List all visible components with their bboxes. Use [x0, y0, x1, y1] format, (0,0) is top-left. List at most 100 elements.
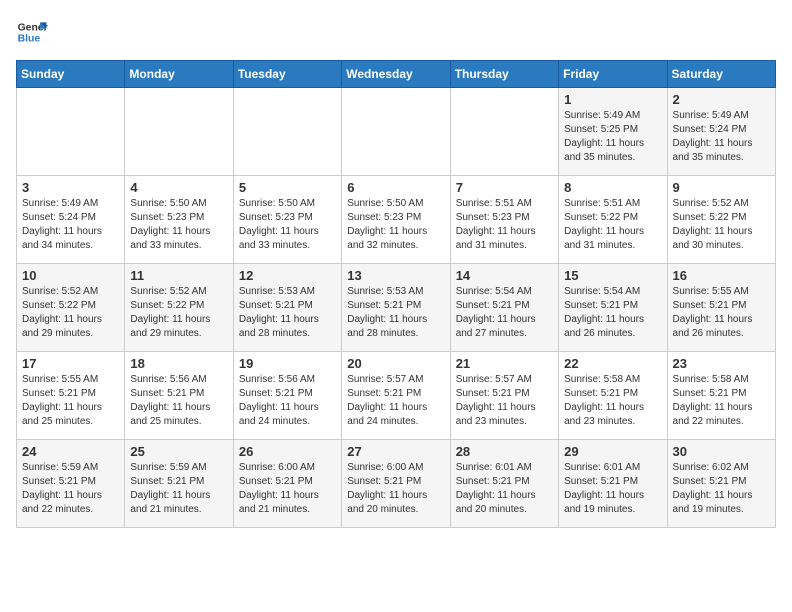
- calendar-cell: 20 Sunrise: 5:57 AM Sunset: 5:21 PM Dayli…: [342, 352, 450, 440]
- calendar-cell: 11 Sunrise: 5:52 AM Sunset: 5:22 PM Dayli…: [125, 264, 233, 352]
- day-number: 12: [239, 268, 336, 283]
- day-number: 21: [456, 356, 553, 371]
- day-info: Sunrise: 5:52 AM Sunset: 5:22 PM Dayligh…: [673, 197, 770, 253]
- calendar-cell: 28 Sunrise: 6:01 AM Sunset: 5:21 PM Dayli…: [450, 440, 558, 528]
- svg-text:Blue: Blue: [18, 34, 41, 45]
- calendar-cell: 25 Sunrise: 5:59 AM Sunset: 5:21 PM Dayli…: [125, 440, 233, 528]
- calendar-cell: [450, 88, 558, 176]
- day-info: Sunrise: 5:49 AM Sunset: 5:25 PM Dayligh…: [564, 109, 661, 165]
- day-number: 3: [22, 180, 119, 195]
- day-number: 11: [130, 268, 227, 283]
- day-info: Sunrise: 5:51 AM Sunset: 5:23 PM Dayligh…: [456, 197, 553, 253]
- day-info: Sunrise: 5:58 AM Sunset: 5:21 PM Dayligh…: [673, 373, 770, 429]
- day-number: 7: [456, 180, 553, 195]
- day-info: Sunrise: 5:57 AM Sunset: 5:21 PM Dayligh…: [347, 373, 444, 429]
- calendar-week-row: 24 Sunrise: 5:59 AM Sunset: 5:21 PM Dayli…: [17, 440, 776, 528]
- day-info: Sunrise: 5:49 AM Sunset: 5:24 PM Dayligh…: [22, 197, 119, 253]
- calendar-cell: 4 Sunrise: 5:50 AM Sunset: 5:23 PM Daylig…: [125, 176, 233, 264]
- calendar-cell: 7 Sunrise: 5:51 AM Sunset: 5:23 PM Daylig…: [450, 176, 558, 264]
- day-info: Sunrise: 5:49 AM Sunset: 5:24 PM Dayligh…: [673, 109, 770, 165]
- day-info: Sunrise: 6:01 AM Sunset: 5:21 PM Dayligh…: [456, 461, 553, 517]
- calendar-cell: [342, 88, 450, 176]
- day-info: Sunrise: 5:59 AM Sunset: 5:21 PM Dayligh…: [130, 461, 227, 517]
- day-number: 4: [130, 180, 227, 195]
- day-info: Sunrise: 5:50 AM Sunset: 5:23 PM Dayligh…: [130, 197, 227, 253]
- day-number: 16: [673, 268, 770, 283]
- calendar-week-row: 3 Sunrise: 5:49 AM Sunset: 5:24 PM Daylig…: [17, 176, 776, 264]
- calendar-cell: 24 Sunrise: 5:59 AM Sunset: 5:21 PM Dayli…: [17, 440, 125, 528]
- day-number: 10: [22, 268, 119, 283]
- day-number: 24: [22, 444, 119, 459]
- day-info: Sunrise: 5:50 AM Sunset: 5:23 PM Dayligh…: [239, 197, 336, 253]
- day-number: 18: [130, 356, 227, 371]
- calendar-cell: 18 Sunrise: 5:56 AM Sunset: 5:21 PM Dayli…: [125, 352, 233, 440]
- day-number: 22: [564, 356, 661, 371]
- day-number: 29: [564, 444, 661, 459]
- calendar-week-row: 17 Sunrise: 5:55 AM Sunset: 5:21 PM Dayli…: [17, 352, 776, 440]
- calendar-cell: [17, 88, 125, 176]
- calendar-cell: 15Sunrise: 5:54 AM Sunset: 5:21 PM Dayli…: [559, 264, 667, 352]
- calendar-cell: 27Sunrise: 6:00 AM Sunset: 5:21 PM Dayli…: [342, 440, 450, 528]
- calendar-week-row: 10 Sunrise: 5:52 AM Sunset: 5:22 PM Dayli…: [17, 264, 776, 352]
- day-info: Sunrise: 5:52 AM Sunset: 5:22 PM Dayligh…: [130, 285, 227, 341]
- day-number: 25: [130, 444, 227, 459]
- day-number: 28: [456, 444, 553, 459]
- day-info: Sunrise: 5:54 AM Sunset: 5:21 PM Dayligh…: [564, 285, 661, 341]
- calendar-cell: 3 Sunrise: 5:49 AM Sunset: 5:24 PM Daylig…: [17, 176, 125, 264]
- day-info: Sunrise: 5:59 AM Sunset: 5:21 PM Dayligh…: [22, 461, 119, 517]
- day-info: Sunrise: 6:01 AM Sunset: 5:21 PM Dayligh…: [564, 461, 661, 517]
- calendar-cell: 9 Sunrise: 5:52 AM Sunset: 5:22 PM Daylig…: [667, 176, 775, 264]
- calendar-cell: [233, 88, 341, 176]
- calendar-header-row: SundayMondayTuesdayWednesdayThursdayFrid…: [17, 61, 776, 88]
- weekday-header: Friday: [559, 61, 667, 88]
- day-info: Sunrise: 5:58 AM Sunset: 5:21 PM Dayligh…: [564, 373, 661, 429]
- calendar-cell: 16 Sunrise: 5:55 AM Sunset: 5:21 PM Dayli…: [667, 264, 775, 352]
- calendar-cell: 19 Sunrise: 5:56 AM Sunset: 5:21 PM Dayli…: [233, 352, 341, 440]
- day-info: Sunrise: 5:55 AM Sunset: 5:21 PM Dayligh…: [673, 285, 770, 341]
- day-info: Sunrise: 6:02 AM Sunset: 5:21 PM Dayligh…: [673, 461, 770, 517]
- calendar-cell: 17 Sunrise: 5:55 AM Sunset: 5:21 PM Dayli…: [17, 352, 125, 440]
- logo-icon: General Blue: [16, 16, 48, 48]
- calendar-cell: 2 Sunrise: 5:49 AM Sunset: 5:24 PM Daylig…: [667, 88, 775, 176]
- day-info: Sunrise: 5:55 AM Sunset: 5:21 PM Dayligh…: [22, 373, 119, 429]
- page-header: General Blue: [16, 16, 776, 48]
- day-info: Sunrise: 5:56 AM Sunset: 5:21 PM Dayligh…: [239, 373, 336, 429]
- day-number: 23: [673, 356, 770, 371]
- day-number: 26: [239, 444, 336, 459]
- calendar-cell: 29 Sunrise: 6:01 AM Sunset: 5:21 PM Dayli…: [559, 440, 667, 528]
- day-number: 13: [347, 268, 444, 283]
- day-info: Sunrise: 6:00 AM Sunset: 5:21 PM Dayligh…: [347, 461, 444, 517]
- calendar-cell: 22 Sunrise: 5:58 AM Sunset: 5:21 PM Dayli…: [559, 352, 667, 440]
- logo: General Blue: [16, 16, 48, 48]
- day-info: Sunrise: 5:53 AM Sunset: 5:21 PM Dayligh…: [347, 285, 444, 341]
- day-number: 8: [564, 180, 661, 195]
- day-number: 5: [239, 180, 336, 195]
- day-info: Sunrise: 5:56 AM Sunset: 5:21 PM Dayligh…: [130, 373, 227, 429]
- weekday-header: Sunday: [17, 61, 125, 88]
- calendar-cell: 26Sunrise: 6:00 AM Sunset: 5:21 PM Dayli…: [233, 440, 341, 528]
- calendar-body: 1 Sunrise: 5:49 AM Sunset: 5:25 PM Daylig…: [17, 88, 776, 528]
- day-number: 19: [239, 356, 336, 371]
- day-number: 6: [347, 180, 444, 195]
- calendar-cell: [125, 88, 233, 176]
- calendar-cell: 30Sunrise: 6:02 AM Sunset: 5:21 PM Dayli…: [667, 440, 775, 528]
- day-number: 14: [456, 268, 553, 283]
- weekday-header: Thursday: [450, 61, 558, 88]
- weekday-header: Wednesday: [342, 61, 450, 88]
- day-number: 2: [673, 92, 770, 107]
- weekday-header: Tuesday: [233, 61, 341, 88]
- calendar-cell: 6Sunrise: 5:50 AM Sunset: 5:23 PM Daylig…: [342, 176, 450, 264]
- calendar-cell: 13 Sunrise: 5:53 AM Sunset: 5:21 PM Dayli…: [342, 264, 450, 352]
- calendar-week-row: 1 Sunrise: 5:49 AM Sunset: 5:25 PM Daylig…: [17, 88, 776, 176]
- day-number: 20: [347, 356, 444, 371]
- calendar-cell: 12Sunrise: 5:53 AM Sunset: 5:21 PM Dayli…: [233, 264, 341, 352]
- calendar-cell: 1 Sunrise: 5:49 AM Sunset: 5:25 PM Daylig…: [559, 88, 667, 176]
- calendar-cell: 23 Sunrise: 5:58 AM Sunset: 5:21 PM Dayli…: [667, 352, 775, 440]
- calendar-cell: 8Sunrise: 5:51 AM Sunset: 5:22 PM Daylig…: [559, 176, 667, 264]
- day-number: 17: [22, 356, 119, 371]
- calendar-cell: 14Sunrise: 5:54 AM Sunset: 5:21 PM Dayli…: [450, 264, 558, 352]
- day-number: 1: [564, 92, 661, 107]
- day-number: 9: [673, 180, 770, 195]
- day-info: Sunrise: 5:57 AM Sunset: 5:21 PM Dayligh…: [456, 373, 553, 429]
- weekday-header: Monday: [125, 61, 233, 88]
